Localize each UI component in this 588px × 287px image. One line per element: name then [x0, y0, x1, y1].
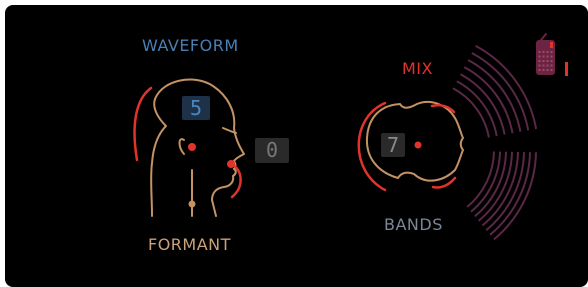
formant-value-display[interactable]: 0 — [255, 138, 289, 163]
mix-arcs[interactable] — [452, 45, 538, 241]
device-grid-dot — [538, 55, 541, 58]
device-grid-dot — [546, 60, 549, 62]
waveform-label: WAVEFORM — [142, 36, 239, 55]
mix-arc-upper — [475, 45, 538, 130]
device-grid-dot — [542, 51, 545, 53]
bands-dot[interactable] — [414, 141, 422, 149]
device-grid-dot — [542, 69, 545, 71]
graphics-layer — [133, 33, 568, 241]
mix-arc-upper — [463, 66, 514, 134]
waveform-value-display[interactable]: 5 — [182, 96, 210, 120]
device-grid-dot — [546, 55, 549, 58]
device-grid-dot — [550, 55, 553, 58]
bands-value-display[interactable]: 7 — [381, 133, 405, 157]
device-grid-dot — [546, 64, 549, 67]
neck-knob[interactable] — [188, 200, 196, 208]
device-grid-dot — [538, 69, 541, 71]
bands-label: BANDS — [384, 215, 443, 234]
formant-dot[interactable] — [227, 160, 235, 168]
device-grid-dot — [542, 64, 545, 67]
device-grid-dot — [546, 51, 549, 53]
device-grid-dot — [550, 64, 553, 67]
device-grid-dot — [550, 51, 553, 53]
device-grid-dot — [542, 60, 545, 62]
device-grid-dot — [550, 60, 553, 62]
radio-device-icon[interactable] — [536, 33, 568, 76]
mix-label: MIX — [402, 59, 433, 78]
device-grid-dot — [542, 55, 545, 58]
device-grid-dot — [538, 51, 541, 53]
waveform-dot[interactable] — [188, 143, 196, 151]
device-grid-dot — [538, 64, 541, 67]
device-grid-dot — [550, 69, 553, 71]
mix-arc-lower — [474, 151, 507, 218]
device-grid-dot — [538, 60, 541, 62]
mix-arc-lower — [481, 151, 519, 227]
formant-label: FORMANT — [148, 235, 231, 254]
waveform-arc[interactable] — [133, 86, 153, 162]
device-grid-dot — [546, 69, 549, 71]
mix-arc-upper — [452, 87, 490, 138]
